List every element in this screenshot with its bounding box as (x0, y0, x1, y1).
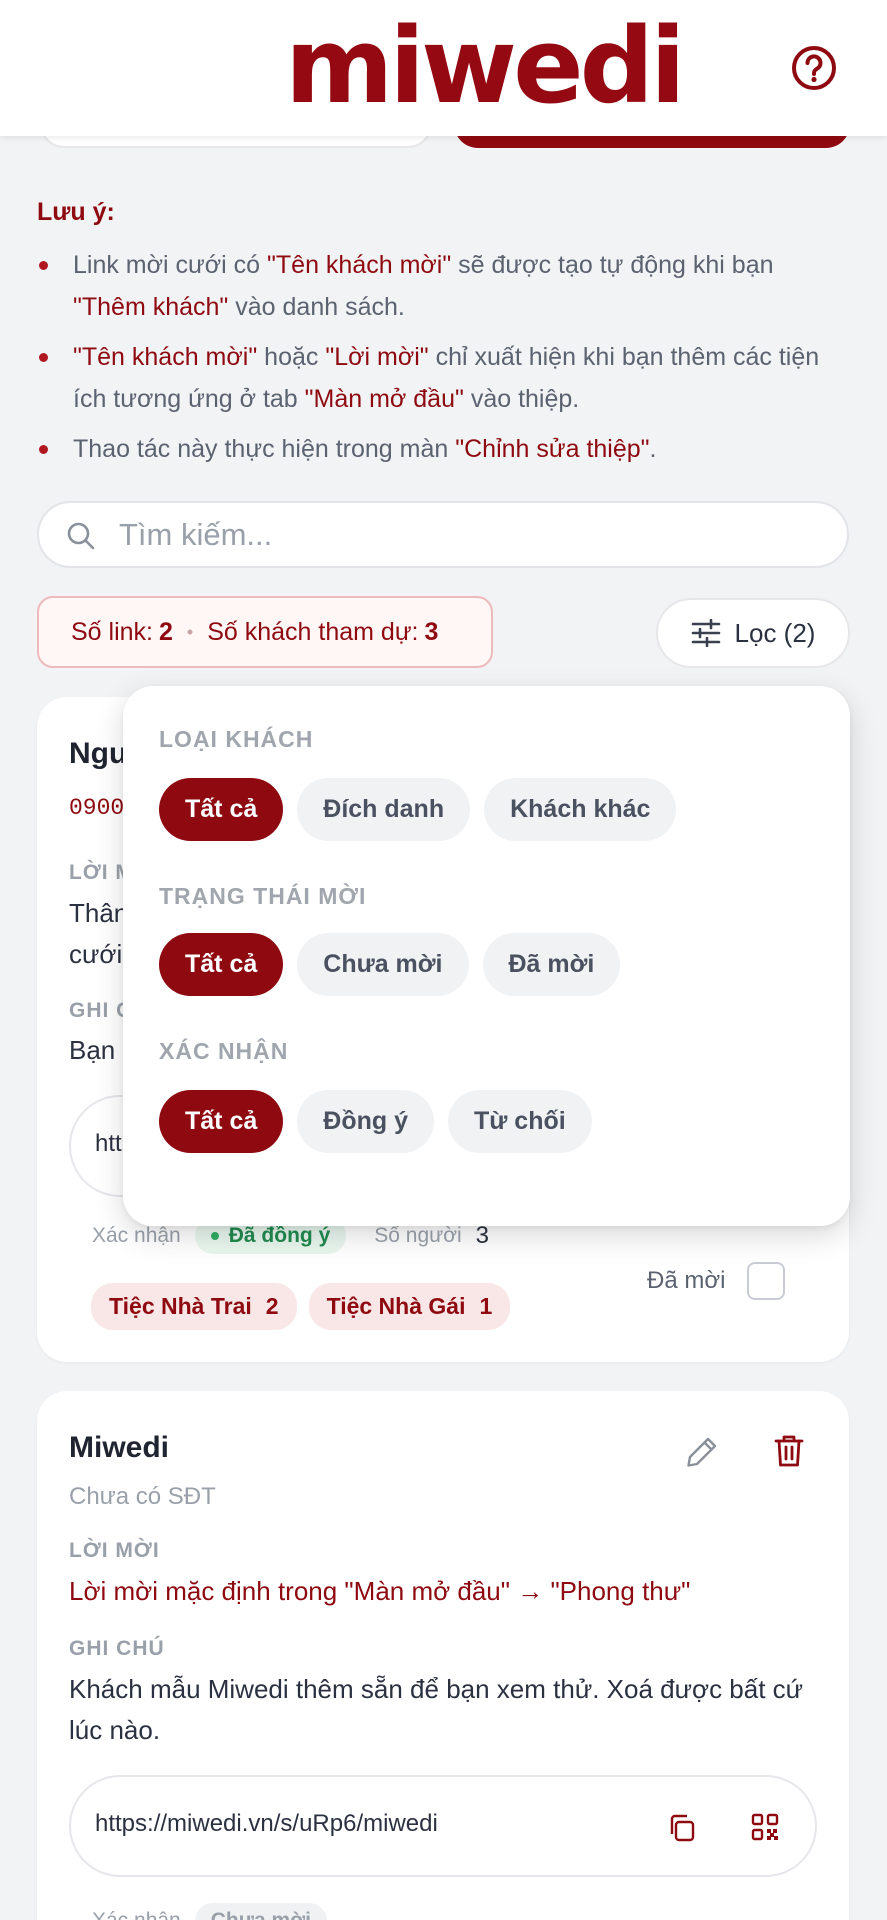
filter-popover: LOẠI KHÁCH Tất cả Đích danh Khách khác T… (123, 686, 850, 1226)
confirm-options: Tất cả Đồng ý Từ chối (159, 1090, 592, 1153)
note-text: . (649, 435, 657, 463)
miwedi-logo[interactable]: miwedi (285, 14, 686, 118)
note-list: Link mời cưới có "Tên khách mời" sẽ được… (37, 244, 837, 478)
note-text: vào danh sách. (228, 293, 405, 321)
event-tag: Tiệc Nhà Gái 1 (308, 1283, 511, 1330)
event-tag-name: Tiệc Nhà Trai (109, 1293, 252, 1319)
invited-label: Đã mời (647, 1267, 726, 1294)
note-highlight: "Lời mời" (325, 343, 429, 371)
note-highlight: "Tên khách mời" (267, 251, 452, 279)
filter-chip-decline[interactable]: Từ chối (447, 1090, 592, 1153)
note-text: sẽ được tạo tự động khi bạn (451, 251, 774, 279)
note-label: GHI CHÚ (69, 1637, 165, 1660)
filter-chip-not-invited[interactable]: Chưa mời (297, 933, 469, 996)
copy-icon[interactable] (667, 1813, 697, 1843)
stats-summary: Số link: 2 • Số khách tham dự: 3 (37, 596, 493, 668)
filter-chip-all[interactable]: Tất cả (159, 778, 284, 841)
links-count: 2 (158, 617, 173, 646)
invite-status-options: Tất cả Chưa mời Đã mời (159, 933, 621, 996)
filter-chip-all[interactable]: Tất cả (159, 1090, 284, 1153)
invite-link-box[interactable]: https://miwedi.vn/s/uRp6/miwedi (69, 1775, 817, 1877)
guest-name: Miwedi (69, 1431, 170, 1464)
invite-status-label: TRẠNG THÁI MỜI (159, 883, 367, 909)
guest-type-label: LOẠI KHÁCH (159, 726, 314, 752)
confirm-label: Xác nhận (92, 1224, 181, 1247)
guest-phone: 0900 (69, 795, 125, 821)
filter-button[interactable]: Lọc (2) (656, 598, 850, 668)
filter-chip-agree[interactable]: Đồng ý (297, 1090, 434, 1153)
note-highlight: "Tên khách mời" (73, 343, 258, 371)
note-text: Thao tác này thực hiện trong màn (73, 435, 456, 463)
invited-toggle[interactable]: Đã mời (647, 1262, 786, 1300)
app-header: miwedi (0, 0, 887, 136)
note-item: Link mời cưới có "Tên khách mời" sẽ được… (37, 244, 837, 328)
filter-chip-named[interactable]: Đích danh (297, 778, 471, 841)
filter-chip-invited[interactable]: Đã mời (482, 933, 621, 996)
filter-button-label: Lọc (2) (734, 617, 816, 648)
guest-phone: Chưa có SĐT (69, 1483, 216, 1510)
filter-chip-other[interactable]: Khách khác (484, 778, 677, 841)
status-text: Đã đồng ý (228, 1224, 331, 1247)
note-text: hoặc (257, 343, 326, 371)
filter-chip-all[interactable]: Tất cả (159, 933, 284, 996)
invite-link[interactable]: htt (95, 1130, 122, 1158)
confirm-label: Xác nhận (92, 1909, 181, 1920)
guests-count-label: Số khách tham dự: (207, 617, 419, 646)
people-count: 3 (475, 1222, 489, 1249)
trash-icon[interactable] (773, 1433, 805, 1469)
confirm-row: Xác nhận Chưa mời (92, 1903, 327, 1920)
event-tag-count: 1 (479, 1293, 493, 1319)
sliders-icon (691, 619, 720, 647)
search-icon (67, 522, 95, 550)
note-highlight: "Chỉnh sửa thiệp" (455, 435, 650, 463)
confirm-status-label: XÁC NHẬN (159, 1038, 289, 1064)
separator-dot: • (186, 621, 194, 642)
guest-type-options: Tất cả Đích danh Khách khác (159, 778, 677, 841)
guests-count: 3 (424, 617, 439, 646)
invite-link[interactable]: https://miwedi.vn/s/uRp6/miwedi (95, 1810, 438, 1838)
search-input[interactable] (119, 511, 819, 559)
guest-card: Miwedi Chưa có SĐT LỜI MỜI Lời mời mặc đ… (37, 1391, 849, 1920)
note-title: Lưu ý: (37, 198, 115, 226)
help-icon[interactable] (790, 44, 838, 92)
search-bar[interactable] (37, 501, 849, 568)
invite-text: Lời mời mặc định trong "Màn mở đầu" → "P… (69, 1576, 691, 1606)
note-text: Link mời cưới có (73, 251, 268, 279)
note-text: Khách mẫu Miwedi thêm sẵn để bạn xem thử… (69, 1674, 804, 1745)
invited-checkbox[interactable] (747, 1262, 786, 1300)
note-highlight: "Màn mở đầu" (304, 385, 464, 413)
note-text: vào thiệp. (463, 385, 580, 413)
people-label: Số người (374, 1224, 462, 1247)
note-item: Thao tác này thực hiện trong màn "Chỉnh … (37, 428, 837, 470)
invite-label: LỜI MỜI (69, 1539, 160, 1562)
links-count-label: Số link: (71, 617, 153, 646)
event-tag-count: 2 (265, 1293, 279, 1319)
status-dot-icon (210, 1232, 219, 1241)
event-tags: Tiệc Nhà Trai 2 Tiệc Nhà Gái 1 (91, 1283, 511, 1330)
note-item: "Tên khách mời" hoặc "Lời mời" chỉ xuất … (37, 336, 837, 420)
note-highlight: "Thêm khách" (73, 293, 229, 321)
status-badge: Chưa mời (194, 1903, 327, 1920)
pencil-icon[interactable] (685, 1435, 719, 1469)
event-tag-name: Tiệc Nhà Gái (326, 1293, 466, 1319)
qr-code-icon[interactable] (751, 1813, 779, 1841)
guest-name: Ngu (69, 737, 128, 770)
event-tag: Tiệc Nhà Trai 2 (91, 1283, 297, 1330)
